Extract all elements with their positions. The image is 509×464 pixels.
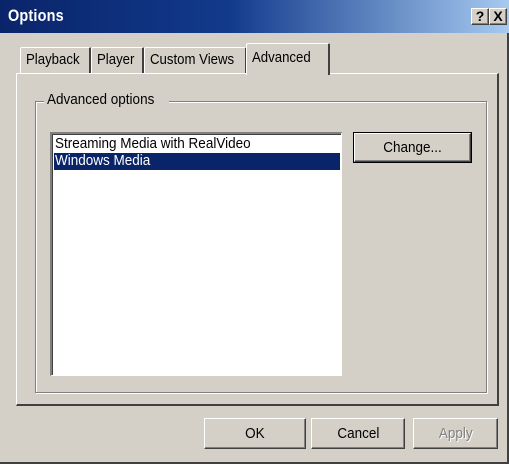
cancel-button[interactable]: Cancel (311, 418, 405, 449)
options-dialog: Options ? X Playback Player Custom Views… (0, 0, 509, 464)
change-button-label: Change... (383, 139, 442, 156)
group-label: Advanced options (44, 91, 170, 108)
tab-label: Advanced (252, 49, 311, 66)
close-button[interactable]: X (489, 8, 507, 25)
tab-advanced[interactable]: Advanced (246, 43, 330, 75)
tab-panel-advanced: Advanced options Streaming Media with Re… (16, 73, 499, 406)
list-item-streaming-media[interactable]: Streaming Media with RealVideo (54, 136, 340, 153)
list-item-label: Windows Media (55, 152, 151, 169)
list-item-label: Streaming Media with RealVideo (55, 135, 251, 152)
media-type-listbox[interactable]: Streaming Media with RealVideo Windows M… (50, 132, 342, 376)
apply-button-label: Apply (438, 425, 473, 442)
cancel-button-label: Cancel (336, 425, 380, 442)
group-label-text: Advanced options (47, 91, 155, 108)
tab-playback[interactable]: Playback (20, 47, 91, 73)
window-title: Options (8, 6, 64, 25)
ok-button[interactable]: OK (204, 418, 306, 449)
advanced-options-group: Advanced options Streaming Media with Re… (35, 91, 487, 393)
apply-button[interactable]: Apply (413, 418, 498, 449)
tab-custom-views[interactable]: Custom Views (144, 47, 247, 73)
change-button[interactable]: Change... (353, 132, 472, 163)
title-bar[interactable]: Options ? X (0, 0, 509, 33)
tab-player[interactable]: Player (91, 47, 144, 73)
tab-label: Playback (26, 51, 80, 68)
help-button[interactable]: ? (471, 8, 489, 25)
ok-button-label: OK (245, 425, 265, 442)
tab-label: Custom Views (150, 51, 235, 68)
list-item-windows-media[interactable]: Windows Media (54, 153, 340, 170)
tab-label: Player (97, 51, 135, 68)
